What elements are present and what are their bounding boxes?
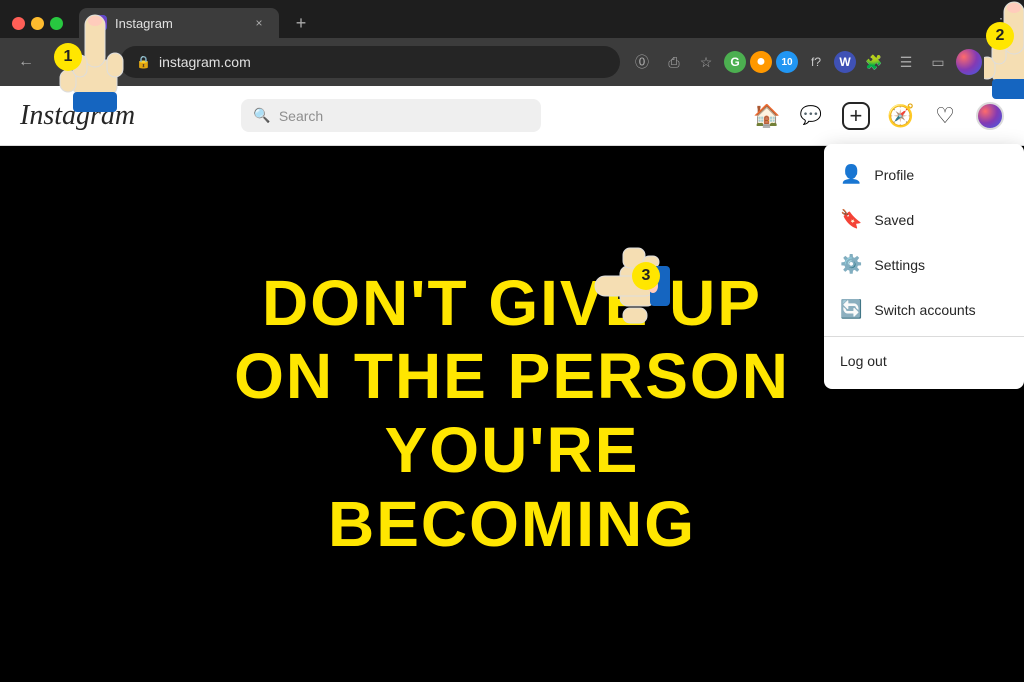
address-bar-row: ← → ↻ 🔒 instagram.com ⓪ ⎙ ☆ G ● 10 f? W … bbox=[0, 38, 1024, 86]
heart-icon[interactable]: ♡ bbox=[932, 103, 958, 129]
w-ext-icon[interactable]: W bbox=[834, 51, 856, 73]
ublock-ext-icon[interactable]: 10 bbox=[776, 51, 798, 73]
active-tab[interactable]: Instagram × bbox=[79, 8, 279, 38]
address-input[interactable]: 🔒 instagram.com bbox=[120, 46, 620, 78]
profile-menu-icon: 👤 bbox=[840, 164, 862, 185]
font-ext-button[interactable]: f? bbox=[802, 48, 830, 76]
profile-label: Profile bbox=[874, 167, 914, 183]
dropdown-profile[interactable]: 👤 Profile bbox=[824, 152, 1024, 197]
url-text: instagram.com bbox=[159, 54, 251, 70]
minimize-window-button[interactable] bbox=[31, 17, 44, 30]
tab-more-button[interactable]: ⋮ bbox=[990, 11, 1012, 36]
dropdown-menu: 👤 Profile 🔖 Saved ⚙️ Settings 🔄 Switch a… bbox=[824, 144, 1024, 389]
dropdown-logout[interactable]: Log out bbox=[824, 341, 1024, 381]
translate-button[interactable]: ⓪ bbox=[628, 48, 656, 76]
back-button[interactable]: ← bbox=[12, 48, 40, 76]
saved-menu-icon: 🔖 bbox=[840, 209, 862, 230]
create-icon[interactable]: + bbox=[842, 102, 870, 130]
instagram-header: Instagram bbox=[0, 86, 1024, 146]
tab-title: Instagram bbox=[115, 16, 243, 31]
share-button[interactable]: ⎙ bbox=[660, 48, 688, 76]
orange-ext-icon[interactable]: ● bbox=[750, 51, 772, 73]
explore-icon[interactable]: 🧭 bbox=[888, 103, 914, 129]
browser-chrome: Instagram × + ⋮ ← → ↻ 🔒 instagram.com ⓪ … bbox=[0, 0, 1024, 86]
settings-label: Settings bbox=[874, 257, 925, 273]
tab-bar: Instagram × + ⋮ bbox=[0, 0, 1024, 38]
search-box[interactable]: 🔍 Search bbox=[241, 99, 541, 132]
dropdown-switch[interactable]: 🔄 Switch accounts bbox=[824, 287, 1024, 332]
messenger-icon[interactable]: 💬 bbox=[798, 103, 824, 129]
settings-menu-icon: ⚙️ bbox=[840, 254, 862, 275]
browser-profile-icon[interactable] bbox=[956, 49, 982, 75]
menu-divider bbox=[824, 336, 1024, 337]
search-icon: 🔍 bbox=[253, 107, 270, 124]
lock-icon: 🔒 bbox=[136, 55, 151, 69]
menu-ext-button[interactable]: ☰ bbox=[892, 48, 920, 76]
switch-menu-icon: 🔄 bbox=[840, 299, 862, 320]
profile-avatar[interactable] bbox=[976, 102, 1004, 130]
header-wrapper: Instagram bbox=[0, 86, 1024, 146]
profile-area: 2 bbox=[976, 102, 1004, 130]
motivational-line-3: YOU'RE bbox=[234, 414, 790, 488]
nav-icons: 🏠 💬 + 🧭 ♡ bbox=[754, 102, 1004, 130]
motivational-line-1: DON'T GIVE UP bbox=[234, 267, 790, 341]
close-tab-button[interactable]: × bbox=[251, 15, 267, 31]
bookmark-button[interactable]: ☆ bbox=[692, 48, 720, 76]
window-controls bbox=[12, 17, 63, 30]
motivational-line-2: ON THE PERSON bbox=[234, 340, 790, 414]
switch-label: Switch accounts bbox=[874, 302, 975, 318]
motivational-text-block: DON'T GIVE UP ON THE PERSON YOU'RE BECOM… bbox=[194, 227, 830, 601]
logo-area: Instagram bbox=[20, 100, 135, 132]
forward-button[interactable]: → bbox=[48, 48, 76, 76]
new-tab-button[interactable]: + bbox=[287, 9, 315, 37]
split-button[interactable]: ▭ bbox=[924, 48, 952, 76]
instagram-app: Instagram bbox=[0, 86, 1024, 682]
tab-favicon-icon bbox=[91, 15, 107, 31]
dropdown-saved[interactable]: 🔖 Saved bbox=[824, 197, 1024, 242]
browser-menu-button[interactable]: ⋮ bbox=[986, 52, 1012, 73]
maximize-window-button[interactable] bbox=[50, 17, 63, 30]
home-icon[interactable]: 🏠 bbox=[754, 103, 780, 129]
puzzle-ext-button[interactable]: 🧩 bbox=[860, 48, 888, 76]
logout-label: Log out bbox=[840, 353, 887, 369]
dropdown-settings[interactable]: ⚙️ Settings bbox=[824, 242, 1024, 287]
google-ext-icon[interactable]: G bbox=[724, 51, 746, 73]
close-window-button[interactable] bbox=[12, 17, 25, 30]
motivational-line-4: BECOMING bbox=[234, 488, 790, 562]
saved-label: Saved bbox=[874, 212, 914, 228]
refresh-button[interactable]: ↻ bbox=[84, 48, 112, 76]
instagram-logo: Instagram bbox=[20, 100, 135, 131]
address-actions: ⓪ ⎙ ☆ G ● 10 f? W 🧩 ☰ ▭ ⋮ bbox=[628, 48, 1012, 76]
search-placeholder: Search bbox=[279, 108, 323, 124]
